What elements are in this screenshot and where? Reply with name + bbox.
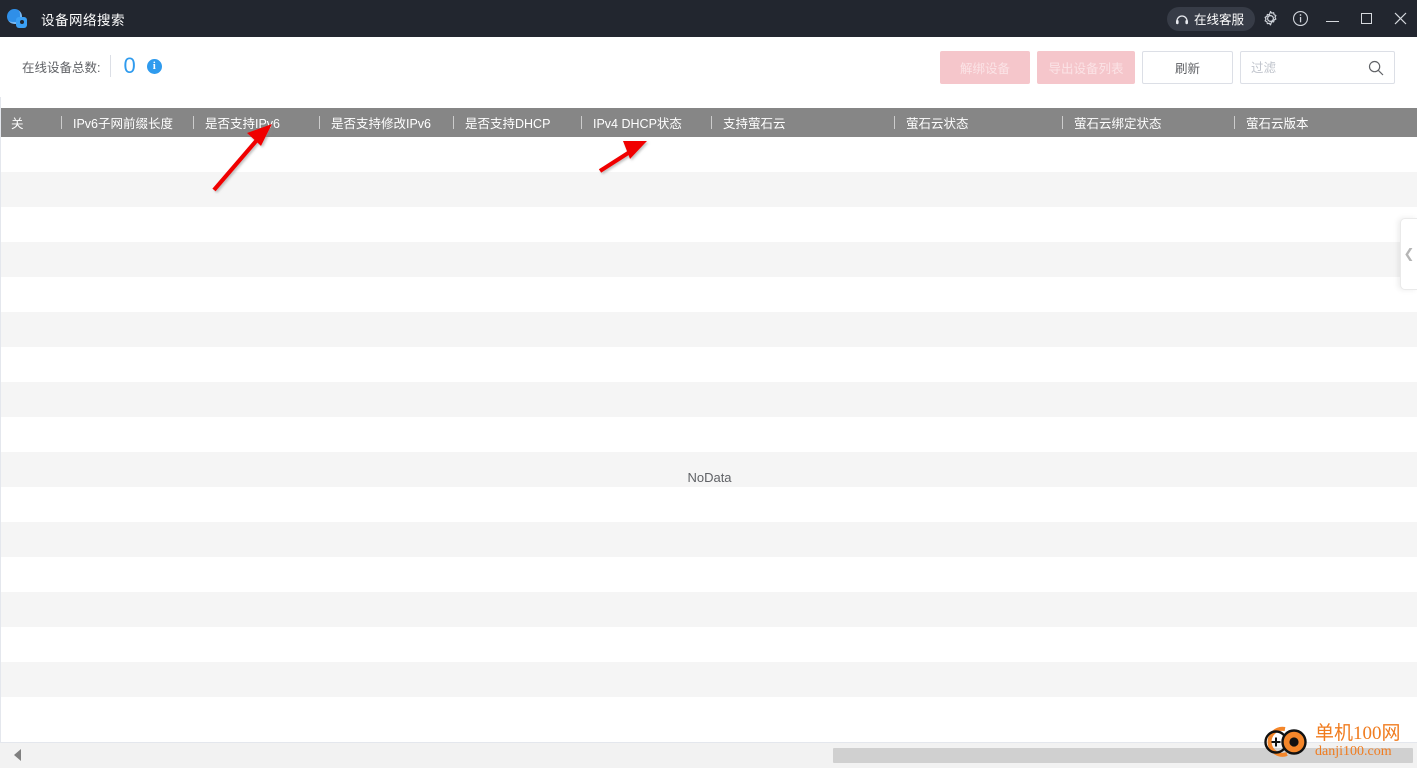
column-separator	[894, 116, 895, 129]
online-device-count: 在线设备总数: 0 i	[22, 53, 162, 79]
table-row[interactable]	[1, 172, 1417, 207]
table-row[interactable]	[1, 207, 1417, 242]
info-icon[interactable]: i	[146, 58, 162, 74]
headset-icon	[1175, 13, 1189, 25]
table-header-row: 关 IPv6子网前缀长度 是否支持IPv6 是否支持修改IPv6 是否支持DHCP IPv…	[1, 108, 1417, 137]
column-separator	[1234, 116, 1235, 129]
device-search-logo-icon	[7, 8, 29, 30]
table-column-header[interactable]: 萤石云状态	[894, 108, 969, 137]
table-column-header-label: 是否支持DHCP	[465, 117, 551, 131]
table-column-header-label: 是否支持IPv6	[205, 117, 281, 131]
table-column-header-label: 是否支持修改IPv6	[331, 117, 432, 131]
table-row[interactable]	[1, 697, 1417, 732]
table-column-header[interactable]: 萤石云版本	[1234, 108, 1309, 137]
table-row[interactable]	[1, 347, 1417, 382]
online-device-count-value: 0	[123, 53, 136, 78]
filter-input[interactable]	[1251, 52, 1367, 83]
table-row[interactable]	[1, 487, 1417, 522]
table-row[interactable]	[1, 662, 1417, 697]
table-column-header[interactable]: IPv4 DHCP状态	[581, 108, 682, 137]
close-icon[interactable]	[1383, 0, 1417, 37]
toolbar: 在线设备总数: 0 i 解绑设备 导出设备列表 刷新	[0, 37, 1417, 97]
table-column-header-label: 支持萤石云	[723, 117, 786, 131]
table-row[interactable]	[1, 137, 1417, 172]
column-separator	[319, 116, 320, 129]
title-bar-actions: 在线客服	[1166, 0, 1417, 37]
column-separator	[193, 116, 194, 129]
table-row[interactable]	[1, 627, 1417, 662]
table-column-header-label: 关	[11, 117, 24, 131]
table-column-header[interactable]: IPv6子网前缀长度	[61, 108, 173, 137]
search-icon[interactable]	[1368, 60, 1384, 81]
triangle-left-icon[interactable]	[14, 749, 21, 761]
table-column-header-label: IPv4 DHCP状态	[593, 117, 682, 131]
window-title: 设备网络搜索	[41, 12, 125, 28]
table-row[interactable]	[1, 417, 1417, 452]
divider	[110, 55, 112, 77]
table-column-header[interactable]: 是否支持IPv6	[193, 108, 280, 137]
table-column-header-label: 萤石云绑定状态	[1074, 117, 1162, 131]
device-table: 关 IPv6子网前缀长度 是否支持IPv6 是否支持修改IPv6 是否支持DHCP IPv…	[0, 97, 1417, 742]
column-separator	[453, 116, 454, 129]
column-separator	[581, 116, 582, 129]
refresh-button[interactable]: 刷新	[1142, 51, 1233, 84]
app-window: 设备网络搜索 在线客服 在线设备总数: 0 i 解绑设备 导出设备列表 刷新 过…	[0, 0, 1417, 768]
column-separator	[1062, 116, 1063, 129]
table-row[interactable]	[1, 592, 1417, 627]
side-panel-toggle[interactable]: ❮	[1400, 218, 1417, 290]
table-row[interactable]	[1, 557, 1417, 592]
table-row[interactable]	[1, 312, 1417, 347]
table-row[interactable]	[1, 277, 1417, 312]
minimize-icon[interactable]	[1315, 0, 1349, 37]
info-circle-icon[interactable]	[1285, 0, 1315, 37]
maximize-icon[interactable]	[1349, 0, 1383, 37]
table-column-header-label: 萤石云版本	[1246, 117, 1309, 131]
online-support-label: 在线客服	[1193, 13, 1244, 27]
table-row[interactable]	[1, 522, 1417, 557]
gear-icon[interactable]	[1255, 0, 1285, 37]
table-row[interactable]	[1, 382, 1417, 417]
table-column-header-label: IPv6子网前缀长度	[73, 117, 174, 131]
table-column-header-label: 萤石云状态	[906, 117, 969, 131]
filter-field[interactable]	[1240, 51, 1395, 84]
table-column-header[interactable]: 是否支持DHCP	[453, 108, 550, 137]
unbind-device-button[interactable]: 解绑设备	[940, 51, 1030, 84]
table-row[interactable]	[1, 452, 1417, 487]
title-bar: 设备网络搜索 在线客服	[0, 0, 1417, 37]
online-support-button[interactable]: 在线客服	[1166, 6, 1255, 31]
table-column-header[interactable]: 关	[11, 108, 24, 137]
online-device-count-label: 在线设备总数:	[22, 60, 101, 75]
export-device-list-button[interactable]: 导出设备列表	[1037, 51, 1135, 84]
table-column-header[interactable]: 萤石云绑定状态	[1062, 108, 1162, 137]
column-separator	[711, 116, 712, 129]
table-body	[1, 137, 1417, 732]
table-row[interactable]	[1, 242, 1417, 277]
column-separator	[61, 116, 62, 129]
horizontal-scrollbar[interactable]	[0, 742, 1417, 768]
horizontal-scrollbar-thumb[interactable]	[833, 748, 1413, 763]
table-column-header[interactable]: 是否支持修改IPv6	[319, 108, 431, 137]
chevron-left-icon: ❮	[1403, 246, 1415, 261]
table-column-header[interactable]: 支持萤石云	[711, 108, 786, 137]
toolbar-buttons: 解绑设备 导出设备列表 刷新	[940, 51, 1395, 84]
